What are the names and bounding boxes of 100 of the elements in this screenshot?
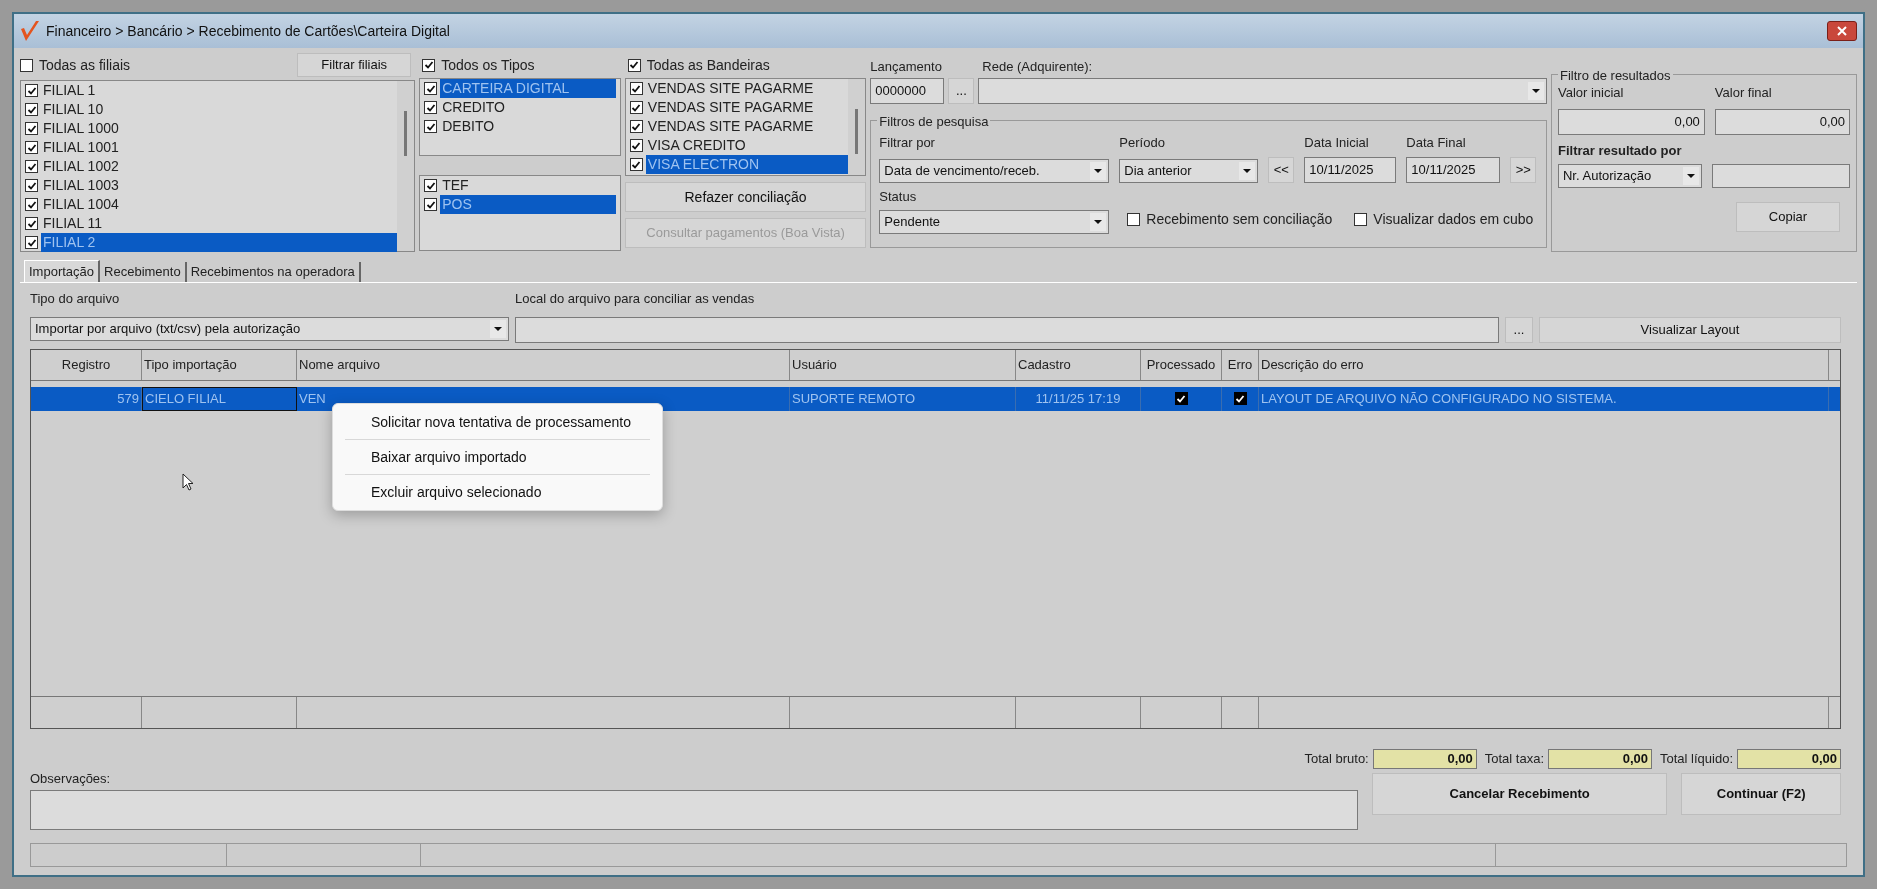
input-field[interactable]: 0,00 (1714, 108, 1850, 135)
label: Filtrar resultado por (1558, 141, 1683, 160)
list-item[interactable]: VENDAS SITE PAGARME (645, 98, 849, 117)
button[interactable]: Visualizar Layout (1539, 316, 1841, 343)
checkbox[interactable] (424, 82, 438, 95)
input-field[interactable]: 0,00 (1558, 108, 1705, 135)
column-header[interactable]: Descrição do erro (1259, 349, 1829, 380)
list-item[interactable]: FILIAL 11 (41, 214, 398, 233)
checkbox[interactable] (629, 101, 643, 114)
list-item[interactable]: POS (440, 195, 616, 214)
label: Valor inicial (1558, 84, 1625, 102)
checkbox[interactable] (20, 58, 33, 72)
list-item[interactable]: FILIAL 1 (41, 81, 398, 100)
list-item[interactable]: CREDITO (440, 98, 616, 117)
checkbox[interactable] (424, 198, 438, 211)
list-item[interactable]: VISA CREDITO (645, 136, 849, 155)
input-field[interactable] (30, 790, 1358, 830)
dropdown[interactable]: Pendente (879, 210, 1110, 234)
checkbox[interactable] (1174, 392, 1188, 405)
input-field[interactable]: 10/11/2025 (1304, 156, 1397, 183)
input-field[interactable]: 10/11/2025 (1406, 156, 1501, 183)
close-button[interactable] (1827, 21, 1857, 41)
dropdown[interactable]: Data de vencimento/receb. (879, 158, 1110, 183)
checkbox[interactable] (424, 179, 438, 192)
button[interactable]: Filtrar filiais (297, 53, 412, 77)
checkbox[interactable] (629, 82, 643, 95)
list-item[interactable]: VENDAS SITE PAGARME (645, 117, 849, 136)
table-row[interactable]: 579 CIELO FILIAL VEN SUPORTE REMOTO 11/11/25 17:19 LAYOUT DE ARQUIVO NÃO CONFIGURADO NO SISTEMA. (31, 386, 1840, 411)
label: Data Inicial (1304, 134, 1370, 152)
checkbox[interactable] (424, 101, 438, 114)
list-item[interactable]: DEBITO (440, 117, 616, 136)
checkbox[interactable] (629, 158, 643, 171)
column-header[interactable]: Processado (1141, 349, 1222, 380)
column-header[interactable]: Nome arquivo (297, 349, 790, 380)
dropdown[interactable]: Nr. Autorização (1558, 164, 1702, 188)
scrollbar[interactable] (848, 79, 866, 175)
input-field[interactable]: 0000000 (870, 78, 945, 104)
list-item[interactable]: FILIAL 2 (41, 233, 398, 252)
label: Rede (Adquirente): (982, 57, 1093, 76)
checkbox[interactable] (25, 236, 38, 249)
checkbox[interactable] (25, 198, 38, 211)
table-cell: LAYOUT DE ARQUIVO NÃO CONFIGURADO NO SISTEMA. (1259, 386, 1829, 411)
table-cell: SUPORTE REMOTO (790, 386, 1016, 411)
list-item[interactable]: VISA ELECTRON (645, 155, 849, 174)
checkbox[interactable] (1127, 213, 1141, 226)
dropdown[interactable] (978, 78, 1547, 104)
list-item[interactable]: FILIAL 1000 (41, 119, 398, 138)
menu-item[interactable]: Solicitar nova tentativa de processamento (337, 408, 658, 436)
caret-icon (1090, 213, 1107, 231)
tab[interactable]: Recebimento (100, 262, 187, 282)
checkbox[interactable] (25, 122, 38, 135)
checkbox[interactable] (25, 179, 38, 192)
menu-item[interactable]: Baixar arquivo importado (337, 443, 658, 471)
caret-icon (490, 319, 506, 338)
checkbox[interactable] (424, 120, 438, 133)
button[interactable]: >> (1510, 156, 1537, 183)
window-title: Financeiro > Bancário > Recebimento de Cartões\Carteira Digital (46, 21, 450, 41)
button[interactable]: Continuar (F2) (1681, 772, 1841, 815)
list-item[interactable]: FILIAL 1004 (41, 195, 398, 214)
tab[interactable]: Importação (24, 260, 101, 282)
checkbox[interactable] (1233, 392, 1247, 405)
list-item[interactable]: CARTEIRA DIGITAL (440, 79, 616, 98)
label: Total bruto: (1304, 749, 1369, 768)
tab[interactable]: Recebimentos na operadora (186, 262, 361, 282)
label: Todos os Tipos (441, 55, 535, 75)
checkbox[interactable] (1354, 213, 1368, 226)
list-item[interactable]: FILIAL 1001 (41, 138, 398, 157)
checkbox[interactable] (25, 84, 38, 97)
input-field[interactable] (515, 316, 1499, 343)
checkbox[interactable] (627, 58, 641, 72)
list-item[interactable]: FILIAL 10 (41, 100, 398, 119)
checkbox[interactable] (25, 217, 38, 230)
scrollbar[interactable] (397, 81, 415, 251)
checkbox[interactable] (422, 58, 436, 72)
button[interactable]: ... (948, 78, 975, 104)
table-cell: CIELO FILIAL (142, 386, 297, 411)
checkbox[interactable] (25, 141, 38, 154)
list-item[interactable]: FILIAL 1003 (41, 176, 398, 195)
button[interactable]: Refazer conciliação (624, 182, 867, 212)
list-item[interactable]: TEF (440, 176, 616, 195)
button[interactable]: Copiar (1736, 202, 1840, 232)
menu-item[interactable]: Excluir arquivo selecionado (337, 478, 658, 506)
table-cell: 11/11/25 17:19 (1016, 386, 1141, 411)
column-header[interactable]: Erro (1222, 349, 1259, 380)
dropdown[interactable]: Importar por arquivo (txt/csv) pela autorização (30, 316, 509, 341)
column-header[interactable]: Tipo importação (142, 349, 297, 380)
column-header[interactable]: Cadastro (1016, 349, 1141, 380)
checkbox[interactable] (629, 120, 643, 133)
column-header[interactable]: Usuário (790, 349, 1016, 380)
checkbox[interactable] (629, 139, 643, 152)
input-field[interactable] (1712, 164, 1850, 188)
button[interactable]: << (1268, 156, 1295, 183)
dropdown[interactable]: Dia anterior (1119, 158, 1259, 183)
list-item[interactable]: VENDAS SITE PAGARME (645, 79, 849, 98)
button[interactable]: Cancelar Recebimento (1371, 772, 1668, 815)
column-header[interactable]: Registro (31, 349, 142, 380)
checkbox[interactable] (25, 160, 38, 173)
checkbox[interactable] (25, 103, 38, 116)
list-item[interactable]: FILIAL 1002 (41, 157, 398, 176)
button[interactable]: ... (1505, 316, 1533, 343)
